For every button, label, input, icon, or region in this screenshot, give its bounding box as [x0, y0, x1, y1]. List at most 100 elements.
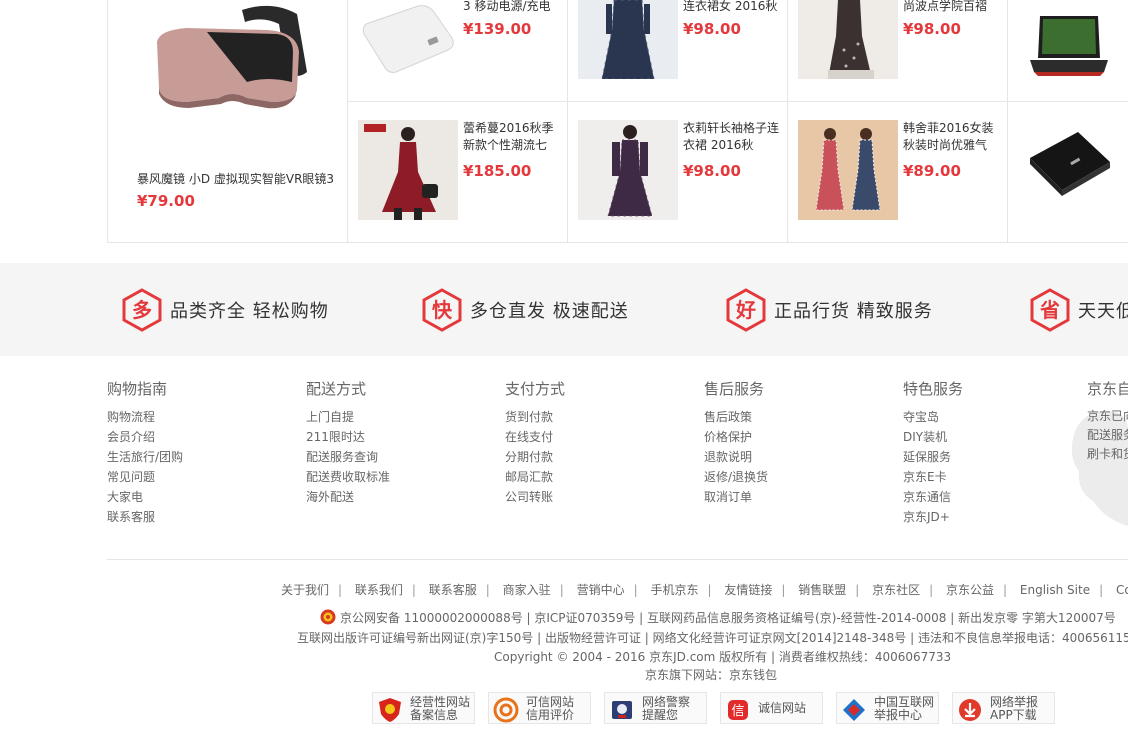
- separator: |: [1099, 583, 1104, 597]
- product-card[interactable]: [1008, 102, 1128, 243]
- help-link[interactable]: 延保服务: [903, 447, 963, 467]
- help-link[interactable]: 京东JD+: [903, 507, 963, 527]
- footer-copyright: Copyright © 2004 - 2016 京东JD.com 版权所有 | …: [494, 648, 951, 665]
- help-link[interactable]: 价格保护: [704, 427, 768, 447]
- footer-link[interactable]: 营销中心: [577, 583, 625, 597]
- help-link[interactable]: 配送服务查询: [306, 447, 390, 467]
- service-features-band: 多 品类齐全 轻松购物 快 多仓直发 极速配送 好 正品行货 精致服务 省 天天…: [0, 263, 1128, 356]
- power-bank-image[interactable]: [358, 0, 458, 80]
- badge-text: 诚信网站: [758, 701, 807, 715]
- trust-badge[interactable]: 可信网站 信用评价: [488, 692, 591, 724]
- hexagon-icon: 多: [120, 288, 164, 332]
- trust-badge[interactable]: 中国互联网 举报中心: [836, 692, 939, 724]
- help-column-title: 配送方式: [306, 380, 367, 398]
- product-card[interactable]: 衣莉轩长袖格子连衣裙 2016秋 ¥98.00: [568, 102, 788, 243]
- help-link[interactable]: 公司转账: [505, 487, 565, 507]
- feature-item: 省 天天低: [1028, 287, 1128, 333]
- footer-link[interactable]: 关于我们: [281, 583, 329, 597]
- trust-badge[interactable]: 网络举报 APP下载: [952, 692, 1055, 724]
- feature-text: 天天低: [1078, 301, 1128, 322]
- separator: |: [411, 583, 416, 597]
- badge-text: 经营性网站 备案信息: [410, 696, 470, 722]
- badge-text: 网络警察 提醒您: [642, 696, 690, 722]
- help-link[interactable]: 购物流程: [107, 407, 183, 427]
- separator: |: [855, 583, 860, 597]
- product-name[interactable]: 蕾希蔓2016秋季新款个性潮流七: [463, 120, 561, 154]
- product-name[interactable]: 暴风魔镜 小D 虚拟现实智能VR眼镜3: [137, 170, 334, 187]
- separator: |: [929, 583, 934, 597]
- help-column-title: 京东自: [1087, 380, 1128, 398]
- red-dress-image[interactable]: [358, 120, 458, 220]
- striped-dress-image[interactable]: [798, 120, 898, 220]
- help-link[interactable]: 配送费收取标准: [306, 467, 390, 487]
- help-link[interactable]: 常见问题: [107, 467, 183, 487]
- plaid-dress-image[interactable]: [578, 0, 678, 79]
- hexagon-icon: 快: [420, 288, 464, 332]
- polka-dress-image[interactable]: [798, 0, 898, 79]
- help-link[interactable]: 211限时达: [306, 427, 390, 447]
- footer-link[interactable]: English Site: [1020, 583, 1090, 597]
- footer-link[interactable]: 销售联盟: [798, 583, 846, 597]
- footer-link[interactable]: 商家入驻: [503, 583, 551, 597]
- hexagon-icon: 省: [1028, 288, 1072, 332]
- feature-text: 品类齐全 轻松购物: [170, 301, 329, 322]
- product-name[interactable]: 衣莉轩长袖格子连衣裙 2016秋: [683, 120, 781, 154]
- laptop-image[interactable]: [1026, 10, 1112, 80]
- feature-char: 好: [736, 298, 756, 322]
- sub-sites-text[interactable]: 京东旗下网站：京东钱包: [645, 668, 777, 682]
- help-link[interactable]: 邮局汇款: [505, 467, 565, 487]
- help-link[interactable]: 大家电: [107, 487, 183, 507]
- feature-text: 正品行货 精致服务: [774, 301, 933, 322]
- trust-badge[interactable]: 网络警察 提醒您: [604, 692, 707, 724]
- help-link[interactable]: 取消订单: [704, 487, 768, 507]
- help-link[interactable]: 海外配送: [306, 487, 390, 507]
- badge-text: 网络举报 APP下载: [990, 696, 1038, 722]
- help-link[interactable]: 返修/退换货: [704, 467, 768, 487]
- credible-site-icon: [493, 697, 519, 723]
- help-column-title: 售后服务: [704, 380, 765, 398]
- footer-link[interactable]: 京东公益: [946, 583, 994, 597]
- feature-char: 省: [1040, 298, 1060, 322]
- help-link[interactable]: 联系客服: [107, 507, 183, 527]
- footer-link[interactable]: Contact U: [1116, 583, 1128, 597]
- help-column-delivery: 配送方式 上门自提 211限时达 配送服务查询 配送费收取标准 海外配送: [306, 378, 390, 507]
- help-link[interactable]: 夺宝岛: [903, 407, 963, 427]
- product-name[interactable]: 尚波点学院百褶: [903, 0, 1001, 15]
- footer-link[interactable]: 手机京东: [650, 583, 698, 597]
- help-link[interactable]: 售后政策: [704, 407, 768, 427]
- footer-link[interactable]: 联系我们: [355, 583, 403, 597]
- feature-text: 多仓直发 极速配送: [470, 301, 629, 322]
- help-link[interactable]: 货到付款: [505, 407, 565, 427]
- help-link[interactable]: 京东通信: [903, 487, 963, 507]
- help-link[interactable]: 京东E卡: [903, 467, 963, 487]
- help-link[interactable]: DIY装机: [903, 427, 963, 447]
- vr-headset-image[interactable]: [147, 2, 317, 112]
- separator: |: [1003, 583, 1008, 597]
- help-link[interactable]: 上门自提: [306, 407, 390, 427]
- help-link[interactable]: 退款说明: [704, 447, 768, 467]
- product-name[interactable]: 韩舍菲2016女装秋装时尚优雅气: [903, 120, 1001, 154]
- product-price: ¥98.00: [903, 20, 961, 38]
- help-link[interactable]: 会员介绍: [107, 427, 183, 447]
- product-price: ¥98.00: [683, 20, 741, 38]
- license-text[interactable]: 互联网出版许可证编号新出网证(京)字150号 | 出版物经营许可证 | 网络文化…: [297, 631, 1128, 645]
- help-link[interactable]: 在线支付: [505, 427, 565, 447]
- footer-link[interactable]: 京东社区: [872, 583, 920, 597]
- footer-license-line: 京公网安备 11000002000088号 | 京ICP证070359号 | 互…: [320, 609, 1116, 626]
- help-link[interactable]: 生活旅行/团购: [107, 447, 183, 467]
- footer-link[interactable]: 联系客服: [429, 583, 477, 597]
- plaid-long-dress-image[interactable]: [578, 120, 678, 220]
- jd-delivery-text: 刷卡和货: [1087, 447, 1128, 461]
- product-name[interactable]: 连衣裙女 2016秋: [683, 0, 781, 15]
- trust-badge[interactable]: 信 诚信网站: [720, 692, 823, 724]
- help-link[interactable]: 分期付款: [505, 447, 565, 467]
- license-text[interactable]: 京公网安备 11000002000088号 | 京ICP证070359号 | 互…: [340, 611, 1116, 625]
- footer-link[interactable]: 友情链接: [724, 583, 772, 597]
- wallet-image[interactable]: [1026, 128, 1112, 198]
- product-card[interactable]: 韩舍菲2016女装秋装时尚优雅气 ¥89.00: [788, 102, 1008, 243]
- product-card[interactable]: 蕾希蔓2016秋季新款个性潮流七 ¥185.00: [348, 102, 568, 243]
- featured-product[interactable]: 暴风魔镜 小D 虚拟现实智能VR眼镜3 ¥79.00: [107, 0, 347, 242]
- footer-links: 关于我们 | 联系我们 | 联系客服 | 商家入驻 | 营销中心 | 手机京东 | 友情链接…: [281, 581, 1128, 598]
- product-name[interactable]: 3 移动电源/充电: [463, 0, 561, 15]
- trust-badge[interactable]: 经营性网站 备案信息: [372, 692, 475, 724]
